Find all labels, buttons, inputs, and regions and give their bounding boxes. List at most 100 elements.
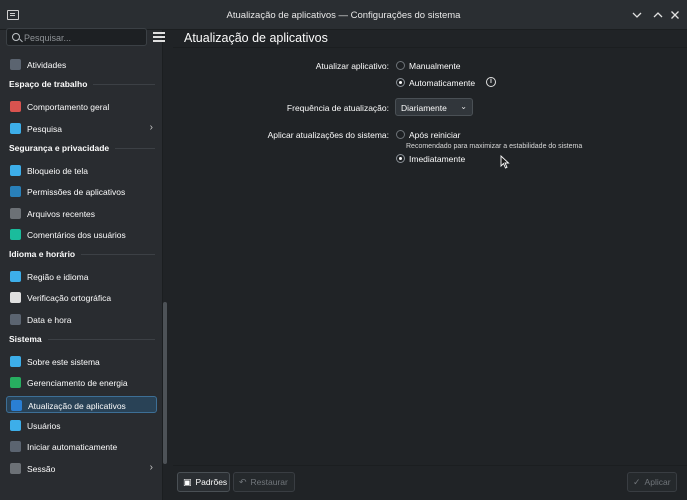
defaults-button-label: Padrões [195,477,228,487]
defaults-button[interactable]: ▣ Padrões [177,472,230,492]
chevron-right-icon: › [149,461,153,473]
users-icon [10,419,21,431]
apply-button[interactable]: ✓ Aplicar [627,472,677,492]
reset-button-label: Restaurar [250,477,288,487]
mouse-cursor-icon [500,155,510,169]
sidebar-item-label: Usuários [27,420,61,431]
recent-files-icon [10,207,21,219]
apply-button-label: Aplicar [644,477,671,487]
sidebar-item-label: Pesquisa [27,123,62,134]
sidebar-item-label: Bloqueio de tela [27,165,88,176]
radio-automatic[interactable] [396,78,405,87]
general-behavior-icon [10,101,21,113]
frequency-select[interactable]: Diariamente ⌄ [395,98,473,116]
software-update-icon [11,399,22,411]
session-icon [10,462,21,474]
sidebar-item-user-feedback[interactable]: Comentários dos usuários [6,226,157,243]
activities-icon [10,59,21,70]
sidebar-item-app-permissions[interactable]: Permissões de aplicativos [6,183,157,200]
sidebar-item-screen-lock[interactable]: Bloqueio de tela [6,162,157,179]
sidebar-item-label: Iniciar automaticamente [27,442,118,453]
reset-button[interactable]: ↶ Restaurar [233,472,295,492]
sidebar-item-label: Atividades [27,60,67,70]
sidebar-item-spell-check[interactable]: Verificação ortográfica [6,289,157,306]
sidebar-item-session[interactable]: Sessão › [6,460,157,477]
sidebar-item-search-settings[interactable]: Pesquisa › [6,120,157,137]
sidebar-scrollbar[interactable] [163,302,167,464]
section-divider [48,339,155,340]
chevron-right-icon: › [149,121,153,133]
window-title: Atualização de aplicativos — Configuraçõ… [226,10,461,21]
frequency-value: Diariamente [401,103,447,113]
sidebar-item-label: Atualização de aplicativos [28,400,126,411]
section-divider [81,254,155,256]
settings-content: Atualizar aplicativo: Manualmente Automa… [173,47,687,465]
sidebar-item-label: Permissões de aplicativos [27,187,126,198]
chevron-down-icon: ⌄ [460,102,467,111]
apply-updates-label: Aplicar atualizações do sistema: [267,130,389,140]
section-divider [93,84,155,86]
radio-automatic-label[interactable]: Automaticamente [409,78,475,88]
sidebar-item-label: Sobre este sistema [27,357,100,367]
search-settings-icon [10,122,21,134]
radio-after-restart-label[interactable]: Após reiniciar [409,130,461,140]
autostart-icon [10,441,21,453]
spell-check-icon [10,292,21,304]
sidebar-item-general-behavior[interactable]: Comportamento geral [6,98,157,115]
sidebar-item-label: Região e idioma [27,272,89,283]
radio-manual-label[interactable]: Manualmente [409,61,461,71]
minimize-button[interactable] [630,8,644,22]
sidebar-item-date-time[interactable]: Data e hora [6,311,157,328]
user-feedback-icon [10,228,21,240]
chevron-down-icon [632,12,642,18]
sidebar-item-recent-files[interactable]: Arquivos recentes [6,205,157,222]
close-icon [671,11,679,19]
search-icon [12,33,20,41]
sidebar-section-title: Espaço de trabalho [9,79,88,90]
sidebar-item-region-language[interactable]: Região e idioma [6,268,157,285]
info-icon[interactable]: i [486,77,496,87]
sidebar-item-about-system[interactable]: Sobre este sistema [6,353,157,370]
stability-hint: Recomendado para maximizar a estabilidad… [406,143,583,150]
sidebar-item-label: Comportamento geral [27,102,110,113]
radio-manual[interactable] [396,61,405,70]
sidebar-item-label: Comentários dos usuários [27,229,126,240]
sidebar-item-users[interactable]: Usuários [6,417,157,434]
page-title: Atualização de aplicativos [184,31,328,45]
sidebar-section-title: Segurança e privacidade [9,142,110,153]
search-field[interactable] [6,28,147,46]
window-titlebar: Atualização de aplicativos — Configuraçõ… [0,0,687,30]
sidebar-item-power-management[interactable]: Gerenciamento de energia [6,374,157,391]
defaults-icon: ▣ [183,476,192,487]
radio-immediately-label[interactable]: Imediatamente [409,154,465,164]
checkmark-icon: ✓ [633,476,641,487]
sidebar-item-activities[interactable]: Atividades [6,56,157,73]
sidebar-item-autostart[interactable]: Iniciar automaticamente [6,438,157,455]
power-management-icon [10,377,21,389]
radio-after-restart[interactable] [396,130,405,139]
sidebar-section-title: Sistema [9,334,42,344]
hamburger-icon [153,32,165,34]
sidebar-item-label: Sessão [27,463,56,474]
update-apply-label: Atualizar aplicativo: [315,61,389,71]
about-system-icon [10,356,21,367]
sidebar-item-label: Gerenciamento de energia [27,378,128,389]
hamburger-menu-button[interactable] [153,32,165,42]
close-button[interactable] [668,8,682,22]
section-divider [115,147,155,149]
radio-immediately[interactable] [396,154,405,163]
region-language-icon [10,271,21,283]
footer-bar: ▣ Padrões ↶ Restaurar ✓ Aplicar [173,465,687,500]
date-time-icon [10,313,21,325]
search-input[interactable] [24,31,142,44]
undo-icon: ↶ [239,476,247,487]
frequency-label: Frequência de atualização: [286,103,389,113]
sidebar-item-software-update[interactable]: Atualização de aplicativos [6,395,157,413]
maximize-button[interactable] [651,8,665,22]
sidebar-item-label: Data e hora [27,314,72,325]
app-permissions-icon [10,186,21,198]
chevron-up-icon [653,12,663,18]
page-header: Atualização de aplicativos [173,30,687,47]
screen-lock-icon [10,164,21,176]
sidebar-section-title: Idioma e horário [9,249,76,260]
